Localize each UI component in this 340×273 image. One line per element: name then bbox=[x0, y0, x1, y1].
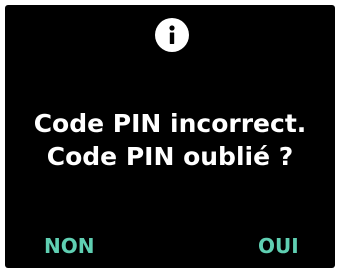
dialog-message: Code PIN incorrect. Code PIN oublié ? bbox=[5, 107, 335, 173]
message-line-2: Code PIN oublié ? bbox=[46, 142, 294, 171]
yes-button[interactable]: OUI bbox=[258, 234, 299, 258]
no-button[interactable]: NON bbox=[44, 234, 94, 258]
message-line-1: Code PIN incorrect. bbox=[33, 109, 307, 138]
dialog-screen: Code PIN incorrect. Code PIN oublié ? NO… bbox=[5, 5, 335, 268]
info-icon bbox=[155, 18, 189, 52]
